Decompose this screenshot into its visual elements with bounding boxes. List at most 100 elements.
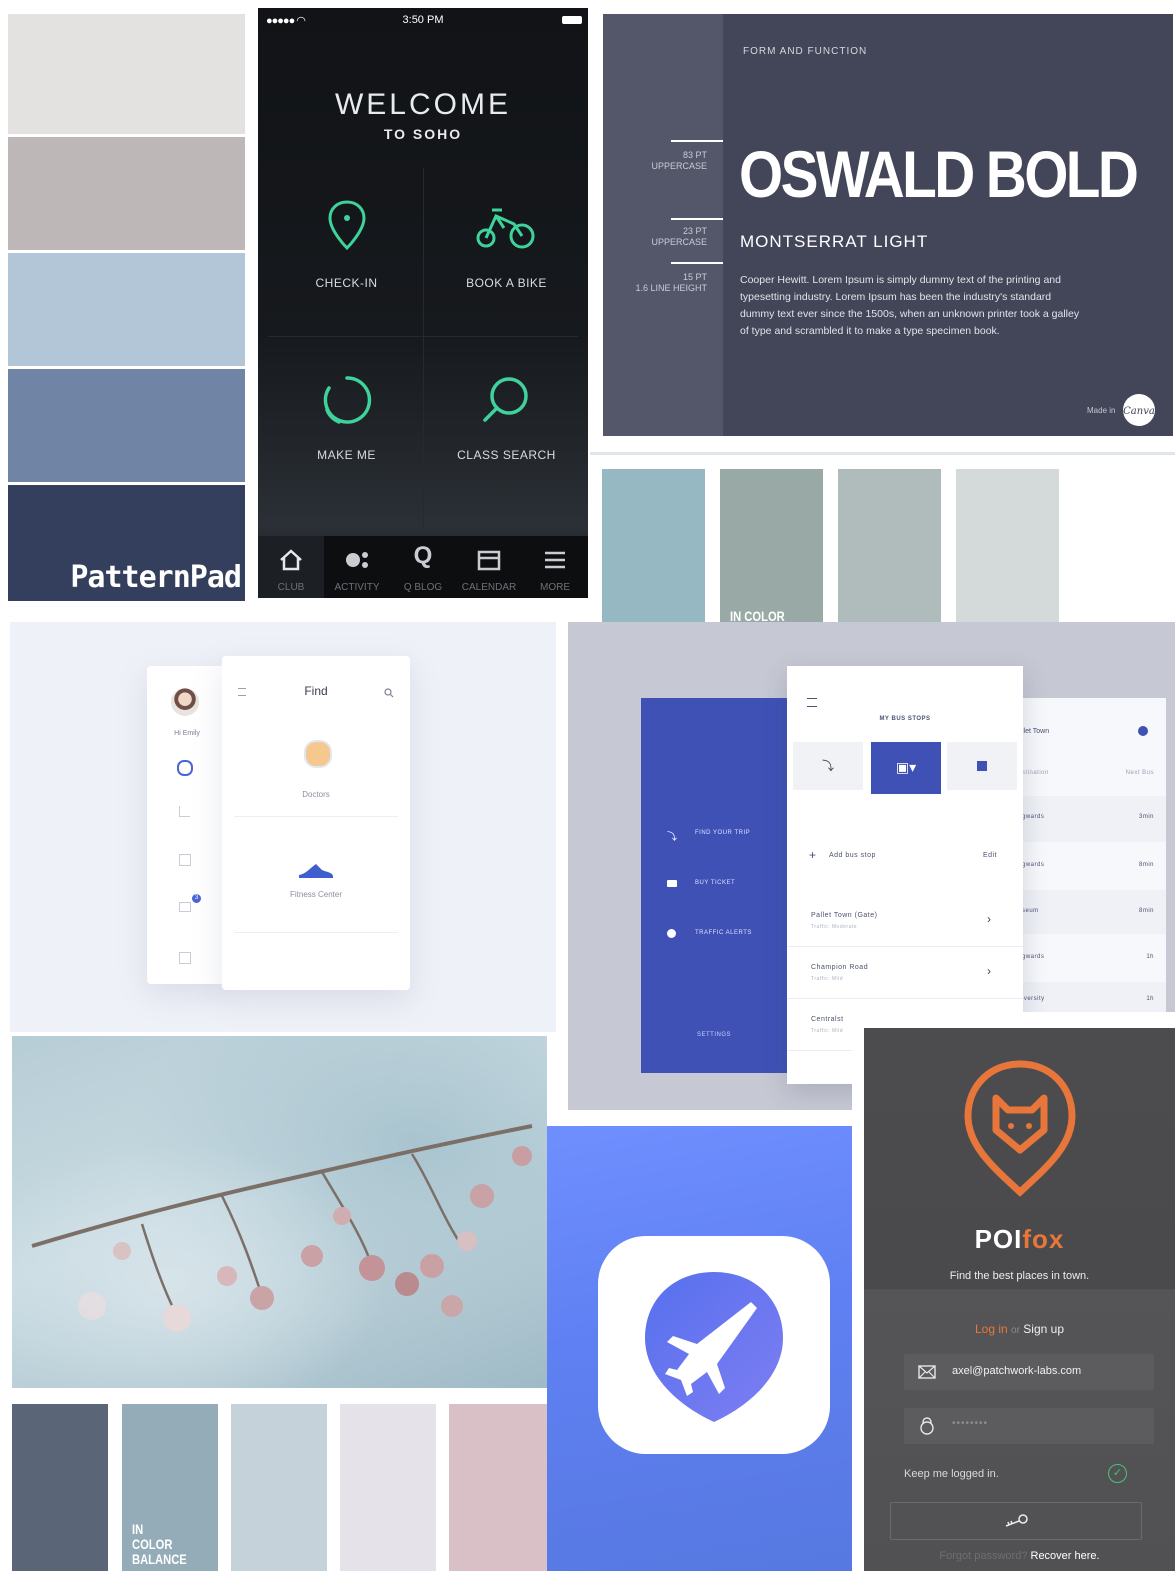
color-swatch [231, 1404, 327, 1571]
canva-badge: Canva [1123, 394, 1155, 426]
bus-stops-title: MY BUS STOPS [879, 716, 931, 722]
key-icon [1005, 1514, 1028, 1527]
spec-line [671, 262, 723, 264]
spec-line [671, 218, 723, 220]
mode-tab-route[interactable]: ⤵ [793, 742, 863, 790]
location-pin-icon [328, 200, 366, 251]
typography-specimen: FORM AND FUNCTION 83 PT UPPERCASE 23 PT UP… [603, 14, 1173, 436]
poifox-wordmark: POIfox [974, 1224, 1065, 1254]
poifox-screen: POIfox Find the best places in town. Log… [864, 1028, 1175, 1571]
calendar-icon [477, 550, 501, 571]
settings-link[interactable]: SETTINGS [641, 1032, 787, 1038]
greeting: Hi Emily [174, 730, 200, 737]
category-fitness[interactable]: Fitness Center [234, 832, 398, 933]
ticket-icon [667, 880, 677, 887]
color-swatch [838, 469, 941, 647]
detail-row: seum 8min [1022, 890, 1166, 934]
tab-q-blog[interactable]: Q Q BLOG [390, 536, 456, 598]
menu-item-buy-ticket[interactable]: BUY TICKET [641, 874, 787, 894]
subhead: MONTSERRAT LIGHT [740, 232, 929, 251]
patternpad-logo: PatternPad [70, 560, 242, 595]
auth-switch: Log in or Sign up [975, 1322, 1064, 1336]
messages-icon[interactable] [179, 902, 191, 912]
category-doctors[interactable]: Doctors [234, 716, 398, 817]
mode-tab-other[interactable] [947, 742, 1017, 790]
tile-make-me[interactable]: MAKE ME [264, 340, 429, 510]
tile-class-search[interactable]: CLASS SEARCH [424, 340, 588, 510]
branch-photo [12, 1036, 547, 1388]
tile-label: BOOK A BIKE [466, 276, 547, 290]
email-field[interactable]: axel@patchwork-labs.com [904, 1354, 1154, 1390]
find-app-mockup: Hi Emily 3 Find Doctors Fitness Center [10, 622, 556, 1032]
spec-column [603, 14, 723, 436]
mode-tab-bus[interactable]: ▣▾ [871, 742, 941, 794]
password-value: •••••••• [952, 1418, 989, 1429]
forgot-label: Forgot password? [939, 1550, 1028, 1562]
signup-tab[interactable]: Sign up [1023, 1322, 1064, 1336]
bus-stop-row[interactable]: Champion Road Traffic: Mild › [787, 948, 1023, 999]
recover-line: Forgot password? Recover here. [864, 1550, 1175, 1562]
color-swatch [8, 134, 245, 253]
info-icon[interactable] [1138, 726, 1148, 736]
email-value: axel@patchwork-labs.com [952, 1365, 1082, 1377]
tile-book-a-bike[interactable]: BOOK A BIKE [424, 168, 588, 338]
soho-phone: ●●●●● ◠ 3:50 PM WELCOME TO SOHO CHECK-IN… [258, 8, 588, 598]
stats-icon[interactable] [179, 806, 190, 817]
explore-icon[interactable] [177, 760, 193, 776]
hamburger-icon[interactable] [807, 698, 817, 707]
spec-line [671, 140, 723, 142]
tile-label: CLASS SEARCH [457, 448, 556, 462]
body-text: Cooper Hewitt. Lorem Ipsum is simply dum… [740, 274, 1080, 337]
category-label: Fitness Center [289, 890, 343, 899]
app-icon-tile[interactable] [598, 1236, 830, 1454]
kicker: FORM AND FUNCTION [743, 46, 868, 57]
find-panel: Find Doctors Fitness Center [222, 656, 410, 990]
color-swatch [602, 469, 705, 647]
q-icon: Q [413, 542, 433, 569]
branch-illustration [31, 1124, 533, 1332]
tab-label: ACTIVITY [334, 582, 380, 593]
grid-icon [977, 761, 987, 771]
alert-icon [667, 929, 676, 938]
poifox-login: POIfox Find the best places in town. Log… [852, 1012, 1175, 1571]
tab-activity[interactable]: ACTIVITY [324, 536, 390, 598]
tile-check-in[interactable]: CHECK-IN [264, 168, 429, 338]
bus-detail-panel: llet Town stination Next Bus gwards 3min … [998, 698, 1166, 1018]
palette-left: PatternPad [8, 8, 245, 608]
keep-logged-checkbox[interactable]: ✓ [1108, 1464, 1127, 1483]
poifox-tagline: Find the best places in town. [949, 1270, 1090, 1282]
headline: OSWALD BOLD [739, 137, 1139, 211]
bicycle-icon [476, 208, 535, 249]
calendar-icon[interactable] [179, 854, 191, 866]
tab-more[interactable]: MORE [522, 536, 588, 598]
password-field[interactable]: •••••••• [904, 1408, 1154, 1444]
lock-icon [920, 1417, 934, 1435]
loop-icon [323, 376, 372, 424]
bus-side-menu: ⤵ FIND YOUR TRIP BUY TICKET TRAFFIC ALER… [641, 698, 787, 1073]
photo-palette: IN COLOR BALANCE [12, 1036, 547, 1571]
tab-club[interactable]: CLUB [258, 536, 324, 598]
spec-label: 15 PT 1.6 LINE HEIGHT [635, 272, 707, 293]
recover-link[interactable]: Recover here. [1031, 1550, 1100, 1562]
tab-calendar[interactable]: CALENDAR [456, 536, 522, 598]
tile-label: CHECK-IN [315, 276, 378, 290]
login-tab[interactable]: Log in [975, 1322, 1008, 1336]
add-bus-stop-button[interactable]: + Add bus stop [809, 848, 939, 864]
menu-item-find-trip[interactable]: ⤵ FIND YOUR TRIP [641, 824, 787, 844]
avatar[interactable] [171, 688, 199, 716]
palette-caption: IN COLOR BALANCE [132, 1521, 187, 1567]
edit-button[interactable]: Edit [983, 852, 997, 859]
color-swatch [8, 14, 245, 134]
color-swatch: IN COLOR BALANCE [720, 469, 823, 647]
settings-icon[interactable] [179, 952, 191, 964]
welcome-title: WELCOME [334, 88, 511, 121]
bus-stop-row[interactable]: Pallet Town (Gate) Traffic: Moderate › [787, 896, 1023, 947]
detail-row: gwards 3min [1022, 796, 1166, 842]
menu-item-traffic-alerts[interactable]: TRAFFIC ALERTS [641, 924, 787, 944]
tile-label: MAKE ME [317, 448, 376, 462]
login-button[interactable] [890, 1502, 1142, 1540]
search-icon[interactable] [384, 688, 394, 698]
color-swatch [449, 1404, 547, 1571]
chevron-right-icon: › [987, 912, 991, 926]
status-time: 3:50 PM [402, 14, 444, 26]
